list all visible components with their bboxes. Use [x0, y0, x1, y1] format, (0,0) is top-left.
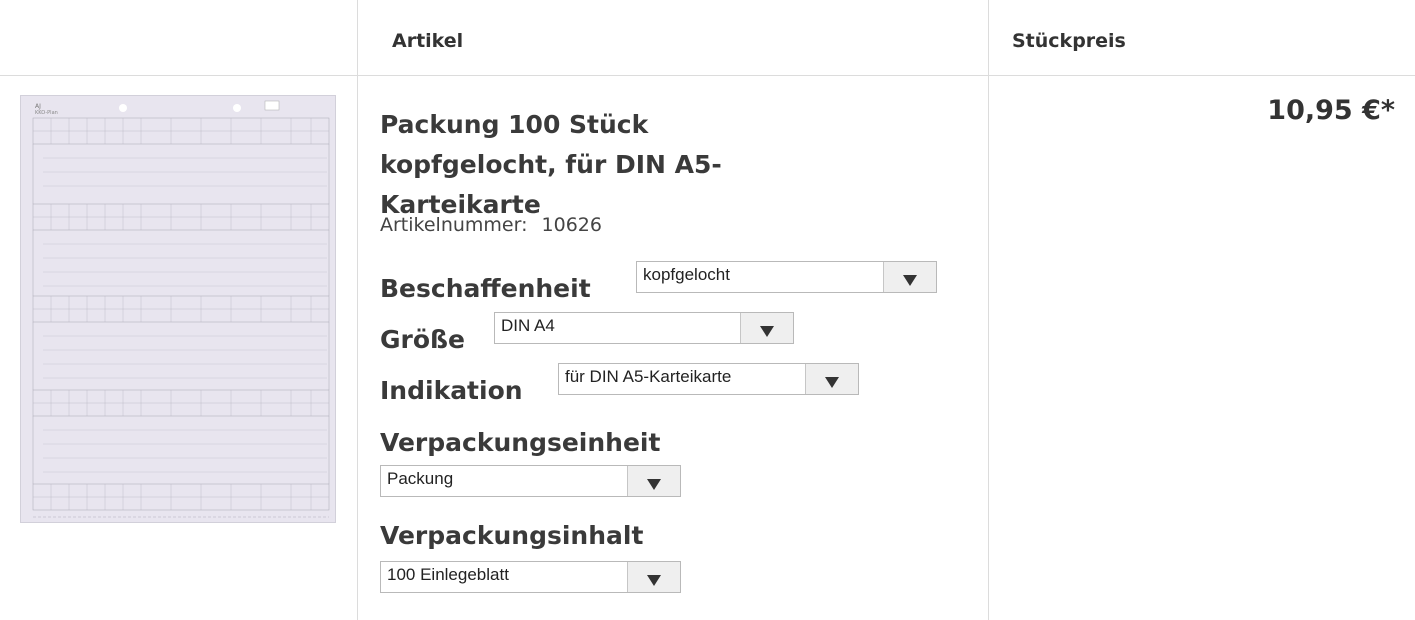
option-label-verpackungseinheit: Verpackungseinheit	[380, 428, 661, 457]
column-divider	[357, 0, 358, 620]
column-divider	[988, 0, 989, 620]
product-image-drawing: AJ KKO-Plan	[21, 96, 335, 522]
article-number-value: 10626	[541, 214, 602, 236]
select-value: Packung	[387, 469, 454, 488]
select-beschaffenheit[interactable]: kopfgelocht	[636, 261, 937, 293]
select-verpackungsinhalt[interactable]: 100 Einlegeblatt	[380, 561, 681, 593]
product-image[interactable]: AJ KKO-Plan	[20, 95, 336, 523]
option-label-indikation: Indikation	[380, 376, 523, 405]
select-value: DIN A4	[501, 316, 555, 335]
product-table: Artikel Stückpreis AJ KKO-Plan Packung 1…	[0, 0, 1415, 620]
select-value: kopfgelocht	[643, 265, 730, 284]
column-header-price: Stückpreis	[1012, 30, 1126, 52]
option-label-beschaffenheit: Beschaffenheit	[380, 274, 591, 303]
product-title[interactable]: Packung 100 Stück kopfgelocht, für DIN A…	[380, 105, 780, 225]
svg-text:KKO-Plan: KKO-Plan	[35, 110, 58, 116]
dropdown-arrow-icon[interactable]	[627, 466, 680, 496]
dropdown-arrow-icon[interactable]	[627, 562, 680, 592]
select-value: 100 Einlegeblatt	[387, 565, 509, 584]
unit-price: 10,95 €*	[1267, 95, 1395, 126]
article-number-label: Artikelnummer:	[380, 214, 528, 236]
dropdown-arrow-icon[interactable]	[883, 262, 936, 292]
select-groesse[interactable]: DIN A4	[494, 312, 794, 344]
option-label-groesse: Größe	[380, 325, 465, 354]
article-number: Artikelnummer: 10626	[380, 214, 602, 236]
option-label-verpackungsinhalt: Verpackungsinhalt	[380, 521, 644, 550]
dropdown-arrow-icon[interactable]	[740, 313, 793, 343]
select-value: für DIN A5-Karteikarte	[565, 367, 732, 386]
select-verpackungseinheit[interactable]: Packung	[380, 465, 681, 497]
svg-text:AJ: AJ	[35, 103, 41, 110]
select-indikation[interactable]: für DIN A5-Karteikarte	[558, 363, 859, 395]
dropdown-arrow-icon[interactable]	[805, 364, 858, 394]
table-header	[0, 0, 1415, 76]
column-header-article: Artikel	[392, 30, 464, 52]
